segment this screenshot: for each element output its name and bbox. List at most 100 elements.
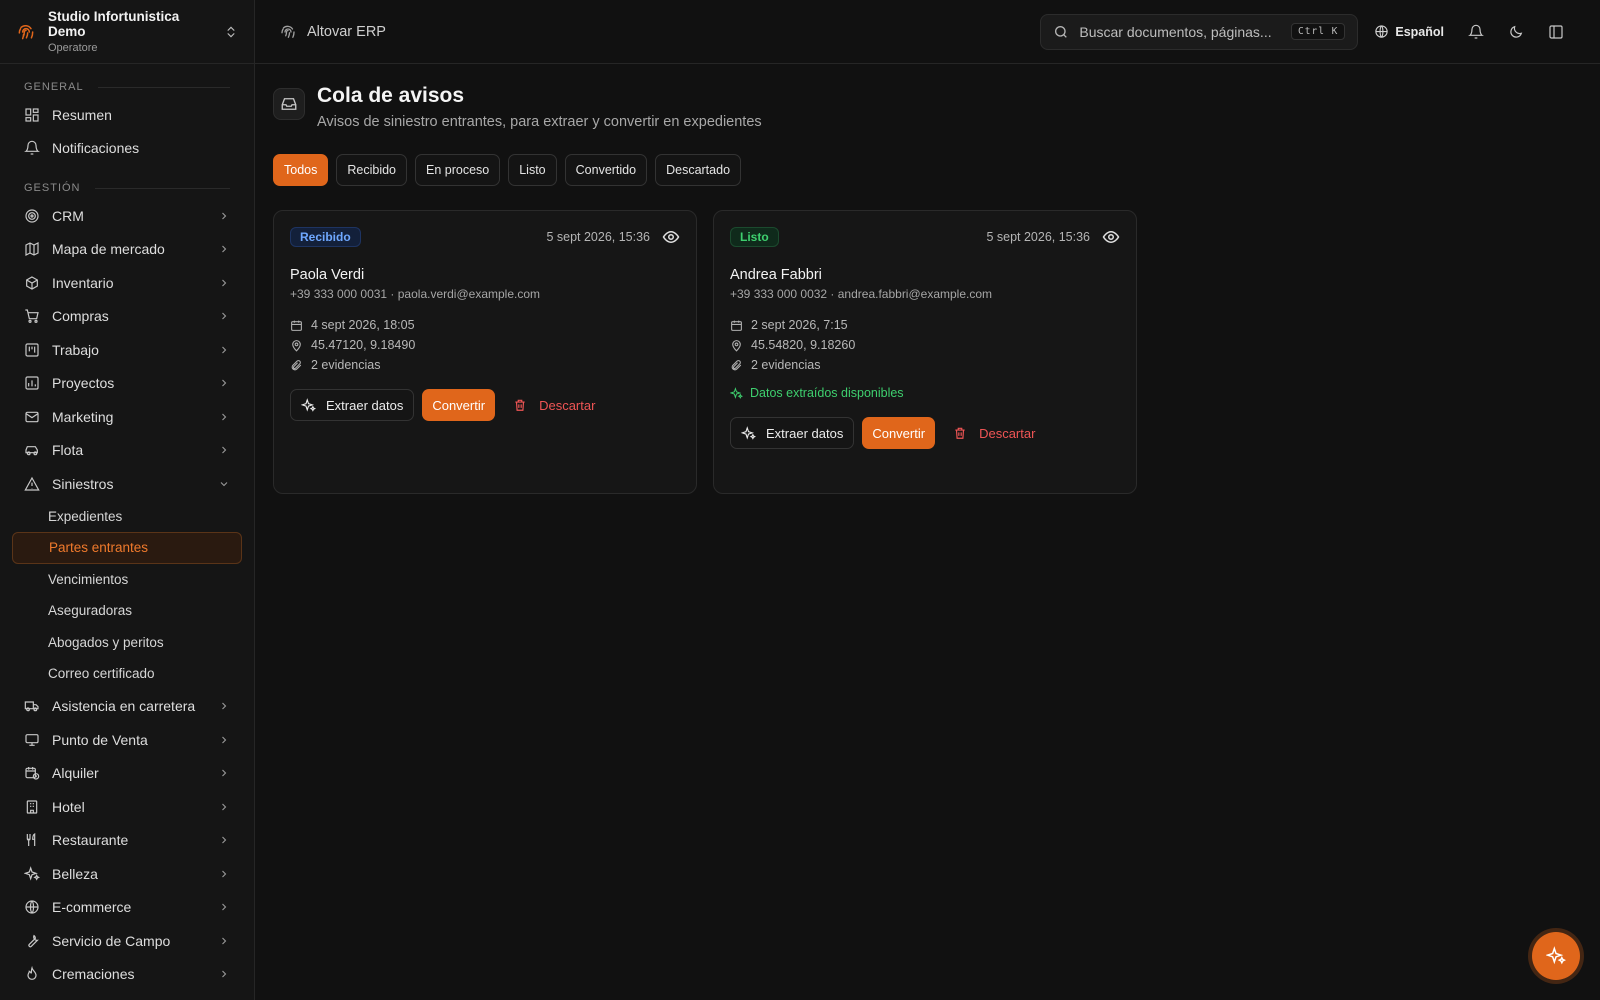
monitor-icon <box>24 732 40 748</box>
chevron-right-icon <box>218 411 230 423</box>
section-management: GESTIÓN <box>12 177 242 199</box>
language-label: Español <box>1395 24 1444 39</box>
inbox-icon <box>273 88 305 120</box>
sidebar-item-crm[interactable]: CRM <box>12 199 242 233</box>
sidebar-item-claims[interactable]: Siniestros <box>12 467 242 501</box>
sparkles-icon <box>301 397 316 413</box>
sidebar-subitem-files[interactable]: Expedientes <box>12 501 242 533</box>
globe-icon <box>24 899 40 915</box>
sidebar-item-beauty[interactable]: Belleza <box>12 857 242 891</box>
sidebar-subitem-lawyers[interactable]: Abogados y peritos <box>12 627 242 659</box>
sidebar-item-fleet[interactable]: Flota <box>12 434 242 468</box>
warning-triangle-icon <box>24 476 40 492</box>
sidebar-item-purchases[interactable]: Compras <box>12 300 242 334</box>
filter-all[interactable]: Todos <box>273 154 329 186</box>
search-box[interactable]: Ctrl K <box>1040 13 1359 50</box>
app-brand[interactable]: Altovar ERP <box>279 23 386 41</box>
language-selector[interactable]: Español <box>1374 24 1444 39</box>
sidebar-item-market-map[interactable]: Mapa de mercado <box>12 233 242 267</box>
sidebar-item-inventory[interactable]: Inventario <box>12 266 242 300</box>
sidebar-item-field-service[interactable]: Servicio de Campo <box>12 924 242 958</box>
sidebar-item-projects[interactable]: Proyectos <box>12 367 242 401</box>
truck-icon <box>24 698 40 714</box>
page-header: Cola de avisos Avisos de siniestro entra… <box>273 84 1582 130</box>
sidebar-item-pos[interactable]: Punto de Venta <box>12 723 242 757</box>
discard-button[interactable]: Descartar <box>943 417 1045 449</box>
sidebar-subitem-certified-mail[interactable]: Correo certificado <box>12 658 242 690</box>
status-badge: Recibido <box>290 227 361 247</box>
ai-assistant-button[interactable] <box>1532 932 1580 980</box>
search-input[interactable] <box>1079 23 1282 40</box>
main-content: Cola de avisos Avisos de siniestro entra… <box>255 64 1600 1000</box>
map-pin-icon <box>730 339 743 352</box>
extract-data-button[interactable]: Extraer datos <box>290 389 415 421</box>
reporter-contact: +39 333 000 0031 · paola.verdi@example.c… <box>290 287 541 301</box>
utensils-icon <box>24 832 40 848</box>
filter-converted[interactable]: Convertido <box>564 154 648 186</box>
chevron-right-icon <box>218 801 230 813</box>
theme-toggle-button[interactable] <box>1496 14 1536 50</box>
eye-icon[interactable] <box>662 228 680 246</box>
sidebar-item-ecommerce[interactable]: E-commerce <box>12 891 242 925</box>
sparkles-icon <box>1546 946 1566 966</box>
calendar-icon <box>730 319 743 332</box>
incident-location: 45.54820, 9.18260 <box>730 335 1120 355</box>
project-chart-icon <box>24 375 40 391</box>
sidebar-subitem-insurers[interactable]: Aseguradoras <box>12 595 242 627</box>
app-name: Altovar ERP <box>307 23 386 40</box>
filter-discarded[interactable]: Descartado <box>655 154 742 186</box>
org-role: Operatore <box>48 42 98 54</box>
chevron-right-icon <box>218 868 230 880</box>
extract-data-button[interactable]: Extraer datos <box>730 417 855 449</box>
eye-icon[interactable] <box>1102 228 1120 246</box>
sidebar-item-notifications[interactable]: Notificaciones <box>12 132 242 166</box>
convert-button[interactable]: Convertir <box>862 417 936 449</box>
chevron-right-icon <box>218 444 230 456</box>
sidebar-toggle-button[interactable] <box>1536 14 1576 50</box>
cart-icon <box>24 308 40 324</box>
sidebar-item-roadside[interactable]: Asistencia en carretera <box>12 690 242 724</box>
page-subtitle: Avisos de siniestro entrantes, para extr… <box>317 114 762 130</box>
org-switcher[interactable]: Studio Infortunistica Demo Operatore <box>0 0 254 64</box>
sidebar-nav: GENERAL Resumen Notificaciones GESTIÓN C… <box>0 64 254 1000</box>
sidebar-item-restaurant[interactable]: Restaurante <box>12 824 242 858</box>
org-name: Studio Infortunistica Demo <box>48 9 180 39</box>
received-timestamp: 5 sept 2026, 15:36 <box>986 230 1090 244</box>
evidence-count: 2 evidencias <box>730 355 1120 375</box>
convert-button[interactable]: Convertir <box>422 389 496 421</box>
report-card: Recibido 5 sept 2026, 15:36 Paola Verdi … <box>273 210 697 494</box>
filter-ready[interactable]: Listo <box>508 154 557 186</box>
paperclip-icon <box>730 359 743 372</box>
fingerprint-icon <box>16 22 36 42</box>
map-icon <box>24 241 40 257</box>
sidebar-item-hotel[interactable]: Hotel <box>12 790 242 824</box>
reporter-contact: +39 333 000 0032 · andrea.fabbri@example… <box>730 287 993 301</box>
chevron-right-icon <box>218 968 230 980</box>
status-filters: Todos Recibido En proceso Listo Converti… <box>273 154 1582 186</box>
chevron-right-icon <box>218 243 230 255</box>
sidebar-item-summary[interactable]: Resumen <box>12 98 242 132</box>
filter-in-progress[interactable]: En proceso <box>415 154 501 186</box>
discard-button[interactable]: Descartar <box>503 389 605 421</box>
map-pin-icon <box>290 339 303 352</box>
sidebar-subitem-incoming-reports[interactable]: Partes entrantes <box>12 532 242 564</box>
search-icon <box>1053 24 1069 40</box>
sidebar-item-work[interactable]: Trabajo <box>12 333 242 367</box>
status-badge: Listo <box>730 227 779 247</box>
wrench-icon <box>24 933 40 949</box>
fingerprint-icon <box>279 23 297 41</box>
chevron-right-icon <box>218 734 230 746</box>
trash-icon <box>513 398 527 412</box>
filter-received[interactable]: Recibido <box>336 154 407 186</box>
sidebar-item-rental[interactable]: Alquiler <box>12 757 242 791</box>
globe-icon <box>1374 24 1389 39</box>
chevron-right-icon <box>218 700 230 712</box>
sidebar-item-marketing[interactable]: Marketing <box>12 400 242 434</box>
sidebar-subitem-deadlines[interactable]: Vencimientos <box>12 564 242 596</box>
chevron-right-icon <box>218 210 230 222</box>
section-general: GENERAL <box>12 76 242 98</box>
notifications-button[interactable] <box>1456 14 1496 50</box>
reporter-name: Andrea Fabbri <box>730 267 822 283</box>
package-icon <box>24 275 40 291</box>
sidebar-item-cremations[interactable]: Cremaciones <box>12 958 242 992</box>
